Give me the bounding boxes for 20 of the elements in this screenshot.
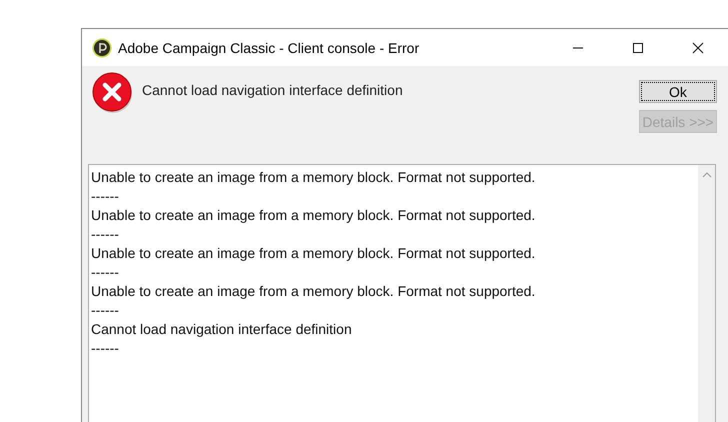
error-message: Cannot load navigation interface definition bbox=[142, 82, 403, 98]
scroll-up-icon[interactable] bbox=[702, 171, 712, 178]
log-line: ------ bbox=[91, 225, 120, 244]
log-line: Unable to create an image from a memory block. Format not supported. bbox=[91, 282, 536, 301]
log-line: Cannot load navigation interface definition bbox=[91, 320, 353, 339]
scrollbar[interactable] bbox=[698, 165, 715, 422]
log-line: ------ bbox=[91, 263, 120, 282]
window-title: Adobe Campaign Classic - Client console - Error bbox=[118, 40, 420, 56]
log-line: ------ bbox=[91, 301, 120, 320]
log-line: Unable to create an image from a memory block. Format not supported. bbox=[91, 206, 536, 225]
app-logo-icon bbox=[92, 38, 112, 58]
log-line: ------ bbox=[91, 339, 120, 358]
maximize-icon bbox=[632, 42, 644, 54]
log-line: Unable to create an image from a memory block. Format not supported. bbox=[91, 244, 536, 263]
error-icon bbox=[92, 72, 134, 114]
ok-button[interactable]: Ok bbox=[639, 80, 717, 103]
log-text-area[interactable] bbox=[88, 164, 716, 422]
log-line: Unable to create an image from a memory block. Format not supported. bbox=[91, 168, 536, 187]
close-icon bbox=[692, 42, 704, 54]
log-line: ------ bbox=[91, 187, 120, 206]
